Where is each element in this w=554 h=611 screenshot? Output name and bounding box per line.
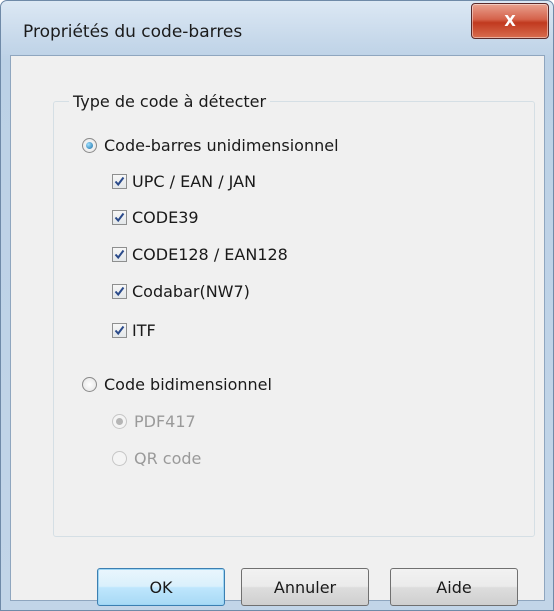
code-type-groupbox [53,101,535,537]
ok-button[interactable]: OK [97,568,225,606]
radio-pdf417-indicator[interactable] [112,414,127,429]
radio-2d-label: Code bidimensionnel [104,375,272,394]
close-icon: X [504,12,516,30]
radio-pdf417-label: PDF417 [134,412,196,431]
window-title: Propriétés du code-barres [23,22,243,42]
cancel-button[interactable]: Annuler [241,568,369,606]
checkbox-label: Codabar(NW7) [132,282,250,301]
checkbox-codabar[interactable]: Codabar(NW7) [112,282,250,301]
help-button[interactable]: Aide [390,568,518,606]
checkbox-code39[interactable]: CODE39 [112,208,199,227]
checkbox-code128-ean128[interactable]: CODE128 / EAN128 [112,245,288,264]
checkmark-icon [114,249,125,260]
checkmark-icon [114,176,125,187]
close-button[interactable]: X [471,3,549,39]
dialog-window: Propriétés du code-barres X Type de code… [0,0,554,611]
checkmark-icon [114,286,125,297]
radio-2d-indicator[interactable] [82,377,97,392]
radio-qr-code-indicator[interactable] [112,451,127,466]
radio-1d-label: Code-barres unidimensionnel [104,136,339,155]
checkbox-label: CODE39 [132,208,199,227]
radio-qr-code-label: QR code [134,449,202,468]
radio-qr-code[interactable]: QR code [112,449,201,468]
checkbox-label: CODE128 / EAN128 [132,245,288,264]
checkmark-icon [114,325,125,336]
checkbox-label: UPC / EAN / JAN [132,172,257,191]
checkbox-upc-ean-jan[interactable]: UPC / EAN / JAN [112,172,256,191]
checkbox-indicator[interactable] [112,323,127,338]
group-title: Type de code à détecter [69,92,271,111]
checkbox-label: ITF [132,321,156,340]
checkmark-icon [114,212,125,223]
checkbox-indicator[interactable] [112,174,127,189]
radio-1d-indicator[interactable] [82,138,97,153]
dialog-body: Type de code à détecter Code-barres unid… [10,55,545,601]
checkbox-indicator[interactable] [112,247,127,262]
checkbox-indicator[interactable] [112,210,127,225]
radio-1d-barcode[interactable]: Code-barres unidimensionnel [82,136,339,155]
radio-pdf417[interactable]: PDF417 [112,412,196,431]
checkbox-indicator[interactable] [112,284,127,299]
radio-2d-barcode[interactable]: Code bidimensionnel [82,375,272,394]
checkbox-itf[interactable]: ITF [112,321,156,340]
